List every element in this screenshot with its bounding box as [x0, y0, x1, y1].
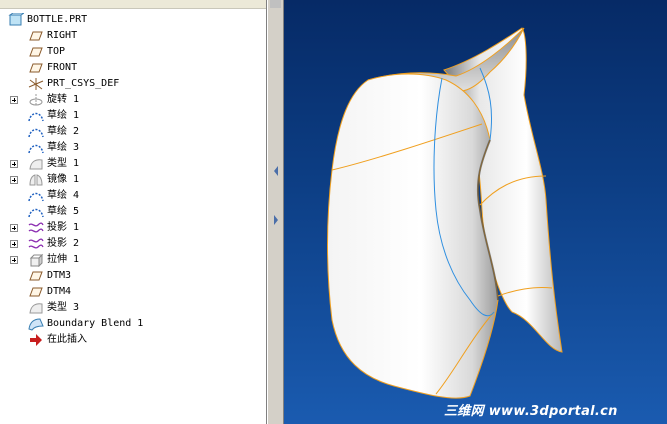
model-tree-item[interactable]: 镜像 1 — [0, 172, 266, 188]
panel-splitter[interactable] — [267, 0, 284, 424]
model-tree-item-label: BOTTLE.PRT — [27, 14, 88, 25]
model-tree-item-label: FRONT — [47, 62, 78, 73]
model-tree-item[interactable]: Boundary Blend 1 — [0, 316, 266, 332]
model-tree-item[interactable]: RIGHT — [0, 28, 266, 44]
expand-plus-icon[interactable] — [10, 240, 18, 248]
bottle-model-render — [327, 27, 563, 399]
sketch-icon — [28, 205, 44, 219]
model-tree-item[interactable]: 草绘 2 — [0, 124, 266, 140]
extrude-icon — [28, 253, 44, 268]
expand-plus-icon[interactable] — [10, 256, 18, 264]
watermark-text: 三维网 www.3dportal.cn — [444, 404, 618, 419]
splitter-top-handle[interactable] — [270, 0, 281, 8]
coordinate-system-icon — [28, 77, 44, 91]
expand-plus-icon[interactable] — [10, 176, 18, 184]
model-tree-item-label: PRT_CSYS_DEF — [47, 78, 120, 89]
model-tree-panel: BOTTLE.PRT RIGHT TOP FRONT PRT_CSYS_DEF 旋转 1 草… — [0, 0, 267, 424]
model-tree-item-label: 拉伸 1 — [47, 254, 80, 265]
projection-icon — [28, 221, 44, 235]
model-tree-item-label: 投影 1 — [47, 222, 80, 233]
mirror-icon — [28, 173, 44, 187]
model-tree-item-label: Boundary Blend 1 — [47, 318, 144, 329]
expand-plus-icon[interactable] — [10, 224, 18, 232]
model-tree-item-label: 草绘 4 — [47, 190, 80, 201]
expand-plus-icon[interactable] — [10, 160, 18, 168]
model-tree-item-label: 草绘 1 — [47, 110, 80, 121]
model-tree-item[interactable]: 草绘 3 — [0, 140, 266, 156]
sketch-icon — [28, 109, 44, 123]
surface-type-icon — [28, 301, 44, 315]
model-tree-item-label: 类型 1 — [47, 158, 80, 169]
model-tree-item[interactable]: 旋转 1 — [0, 92, 266, 108]
model-tree-item[interactable]: 草绘 1 — [0, 108, 266, 124]
collapse-left-icon[interactable] — [272, 163, 280, 179]
model-tree-item-label: 在此插入 — [47, 334, 87, 345]
sketch-icon — [28, 141, 44, 155]
projection-icon — [28, 237, 44, 251]
graphics-window[interactable]: 三维网 www.3dportal.cn — [284, 0, 667, 424]
model-tree-item-label: 草绘 2 — [47, 126, 80, 137]
model-tree-item[interactable]: 草绘 4 — [0, 188, 266, 204]
model-tree: BOTTLE.PRT RIGHT TOP FRONT PRT_CSYS_DEF 旋转 1 草… — [0, 12, 266, 348]
surface-type-icon — [28, 157, 44, 171]
bottle-front-face — [327, 73, 499, 399]
sketch-icon — [28, 189, 44, 203]
model-tree-item-label: TOP — [47, 46, 66, 57]
model-tree-item[interactable]: 投影 2 — [0, 236, 266, 252]
model-tree-item[interactable]: 草绘 5 — [0, 204, 266, 220]
expand-plus-icon[interactable] — [10, 96, 18, 104]
model-tree-item[interactable]: 在此插入 — [0, 332, 266, 348]
part-icon — [8, 12, 26, 27]
model-tree-item[interactable]: 类型 1 — [0, 156, 266, 172]
datum-plane-icon — [28, 29, 44, 43]
boundary-blend-icon — [28, 317, 44, 331]
datum-plane-icon — [28, 61, 44, 75]
model-tree-item-label: 草绘 3 — [47, 142, 80, 153]
datum-plane-icon — [28, 269, 44, 283]
model-tree-item-label: DTM4 — [47, 286, 72, 297]
model-tree-item-label: 镜像 1 — [47, 174, 80, 185]
insert-here-arrow-icon — [28, 333, 44, 347]
model-tree-item-label: DTM3 — [47, 270, 72, 281]
model-tree-item[interactable]: FRONT — [0, 60, 266, 76]
model-tree-item-label: 旋转 1 — [47, 94, 80, 105]
model-tree-root[interactable]: BOTTLE.PRT — [0, 12, 266, 28]
model-tree-item[interactable]: PRT_CSYS_DEF — [0, 76, 266, 92]
model-tree-item[interactable]: 投影 1 — [0, 220, 266, 236]
model-tree-item[interactable]: DTM4 — [0, 284, 266, 300]
datum-plane-icon — [28, 285, 44, 299]
datum-plane-icon — [28, 45, 44, 59]
model-tree-item-label: 投影 2 — [47, 238, 80, 249]
revolve-icon — [28, 93, 44, 107]
model-tree-item[interactable]: 类型 3 — [0, 300, 266, 316]
model-tree-item-label: RIGHT — [47, 30, 78, 41]
model-tree-item[interactable]: 拉伸 1 — [0, 252, 266, 268]
expand-right-icon[interactable] — [272, 212, 280, 228]
model-tree-header-strip — [0, 0, 266, 9]
model-tree-item[interactable]: TOP — [0, 44, 266, 60]
model-tree-item-label: 类型 3 — [47, 302, 80, 313]
sketch-icon — [28, 125, 44, 139]
model-tree-item[interactable]: DTM3 — [0, 268, 266, 284]
model-tree-item-label: 草绘 5 — [47, 206, 80, 217]
